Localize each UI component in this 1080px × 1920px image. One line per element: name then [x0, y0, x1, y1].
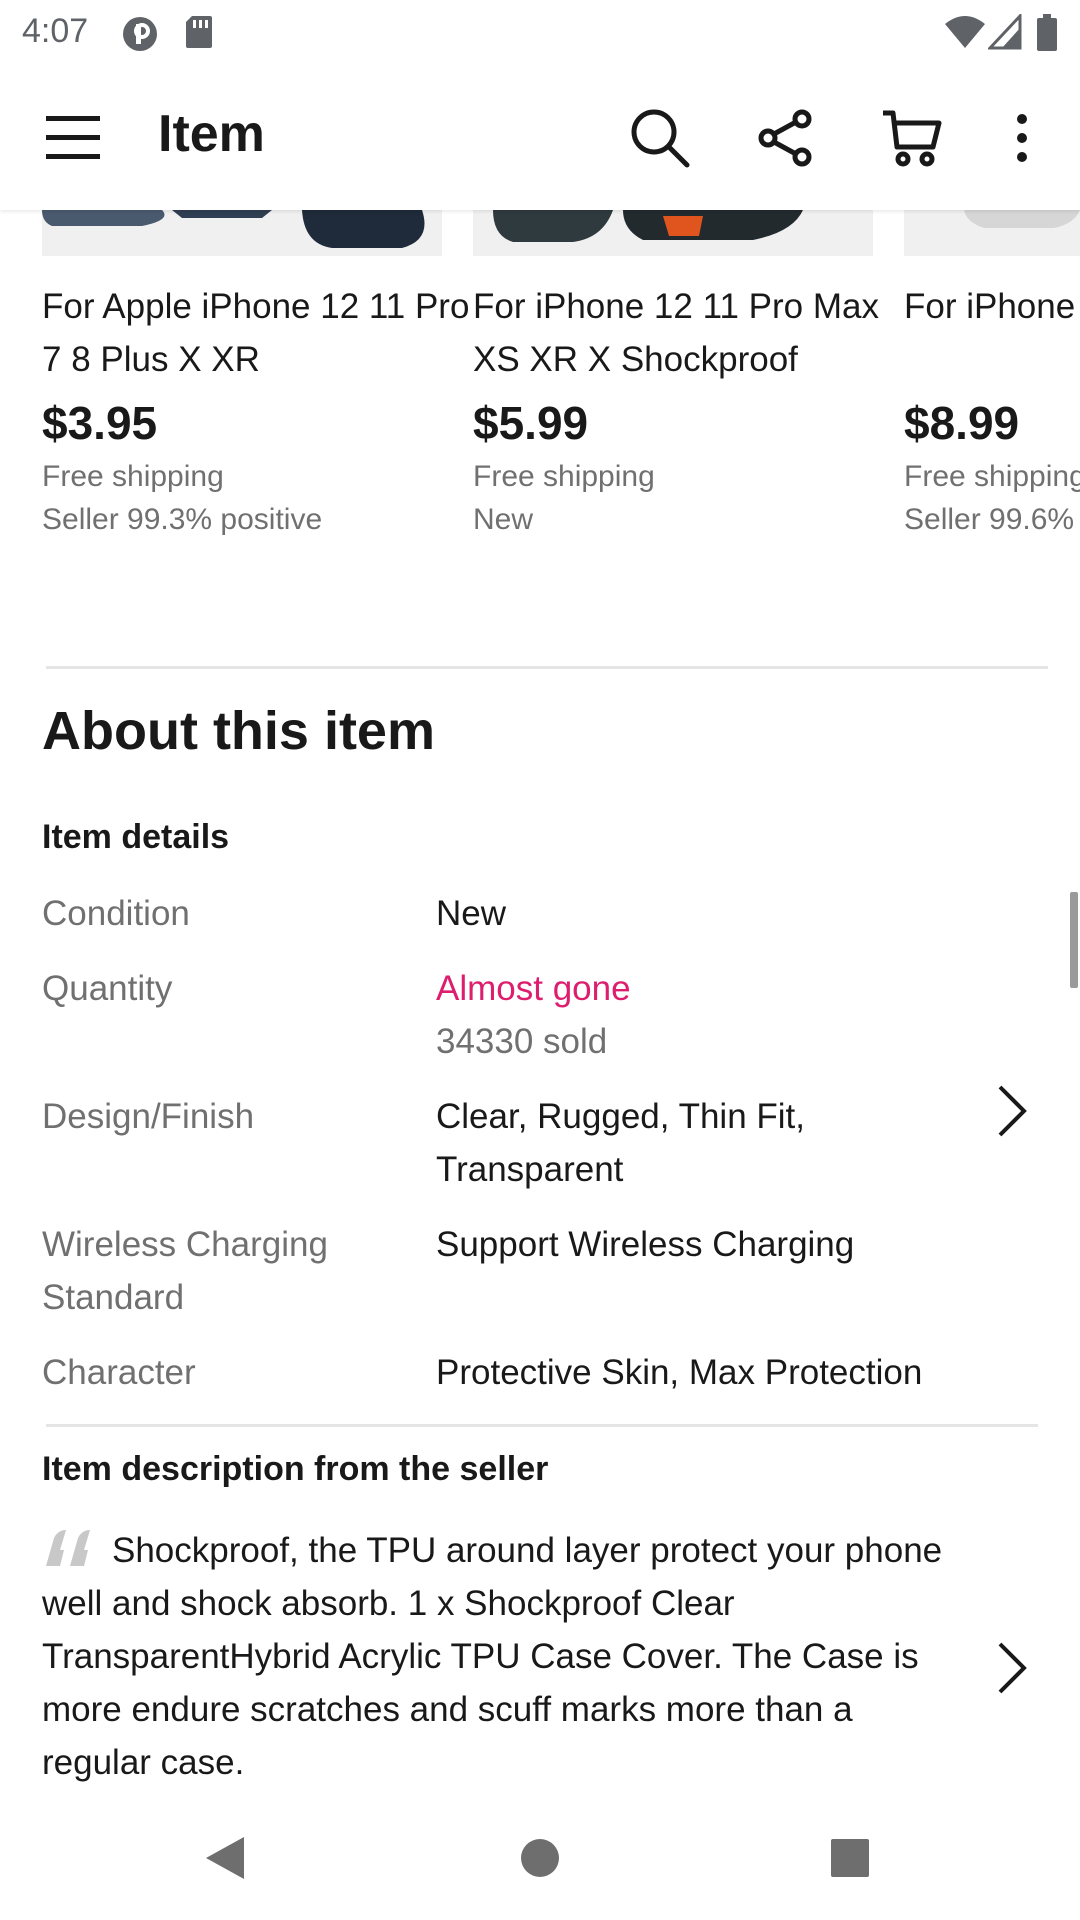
- chevron-right-icon[interactable]: [992, 1638, 1032, 1698]
- wireless-charging-label: Wireless Charging Standard: [42, 1225, 328, 1317]
- system-nav-bar: [0, 1800, 1080, 1920]
- character-label: Character: [42, 1353, 196, 1392]
- wireless-charging-value: Support Wireless Charging: [436, 1225, 855, 1264]
- item-condition: New: [473, 503, 534, 536]
- description-text: Shockproof, the TPU around layer protect…: [42, 1531, 943, 1782]
- item-thumbnail: [42, 210, 442, 256]
- design-finish-value: Clear, Rugged, Thin Fit, Transparent: [436, 1097, 805, 1189]
- cart-icon: [883, 110, 942, 167]
- app-notification-icon: [120, 14, 160, 59]
- battery-icon: [1036, 14, 1058, 57]
- similar-item-card[interactable]: For iPhone 12 11 Pro Max XS XR X Shockpr…: [473, 210, 893, 550]
- scrollbar[interactable]: [1070, 892, 1078, 988]
- condition-label: Condition: [42, 894, 190, 933]
- similar-item-card[interactable]: For Apple iPhone 12 11 Pro 7 8 Plus X XR…: [42, 210, 469, 550]
- item-details-title: Item details: [42, 818, 230, 856]
- character-value: Protective Skin, Max Protection: [436, 1353, 923, 1392]
- status-time: 4:07: [22, 12, 89, 50]
- item-seller-rating: Seller 99.3% positive: [42, 503, 323, 536]
- item-price: $3.95: [42, 397, 158, 449]
- nav-home-icon[interactable]: [520, 1838, 560, 1878]
- item-thumbnail: [904, 210, 1080, 256]
- app-bar: Item: [0, 64, 1080, 210]
- nav-recents-icon[interactable]: [830, 1838, 870, 1878]
- item-shipping: Free shipping: [473, 460, 655, 493]
- about-heading: About this item: [42, 701, 435, 761]
- more-options-button[interactable]: [982, 98, 1062, 178]
- item-thumbnail: [473, 210, 873, 256]
- item-shipping: Free shipping: [42, 460, 224, 493]
- quantity-status: Almost gone: [436, 969, 631, 1008]
- search-button[interactable]: [620, 98, 700, 178]
- share-button[interactable]: [745, 98, 825, 178]
- description-title: Item description from the seller: [42, 1450, 549, 1488]
- search-icon: [631, 109, 690, 168]
- design-finish-label: Design/Finish: [42, 1097, 255, 1136]
- item-price: $8.99: [904, 397, 1020, 449]
- item-shipping: Free shipping: [904, 460, 1080, 493]
- similar-items-carousel[interactable]: For Apple iPhone 12 11 Pro 7 8 Plus X XR…: [0, 210, 1080, 550]
- cell-signal-icon: [986, 12, 1022, 55]
- more-vert-icon: [1017, 114, 1027, 162]
- cart-button[interactable]: [872, 98, 952, 178]
- quantity-label: Quantity: [42, 969, 173, 1008]
- section-divider: [46, 666, 1048, 669]
- item-title: For iPhone 12 Pro / 12: [904, 287, 1080, 326]
- item-seller-rating: Seller 99.6%: [904, 503, 1075, 536]
- item-title: For Apple iPhone 12 11 Pro 7 8 Plus X XR: [42, 287, 470, 379]
- item-price: $5.99: [473, 397, 589, 449]
- sd-card-icon: [184, 14, 214, 55]
- quantity-sold: 34330 sold: [436, 1022, 608, 1061]
- description-block: Shockproof, the TPU around layer protect…: [42, 1524, 952, 1789]
- similar-item-card[interactable]: For iPhone 12 Pro / 12 $8.99 Free shippi…: [904, 210, 1080, 550]
- quote-icon: [46, 1530, 90, 1566]
- menu-icon: [46, 116, 100, 159]
- item-title: For iPhone 12 11 Pro Max XS XR X Shockpr…: [473, 287, 879, 379]
- status-bar: 4:07: [0, 0, 1080, 64]
- wifi-icon: [944, 14, 986, 55]
- section-divider: [46, 1424, 1038, 1427]
- condition-value: New: [436, 894, 507, 933]
- chevron-right-icon[interactable]: [992, 1081, 1032, 1141]
- page-title: Item: [158, 105, 265, 163]
- share-icon: [758, 109, 812, 167]
- menu-button[interactable]: [33, 98, 113, 178]
- nav-back-icon[interactable]: [204, 1835, 246, 1881]
